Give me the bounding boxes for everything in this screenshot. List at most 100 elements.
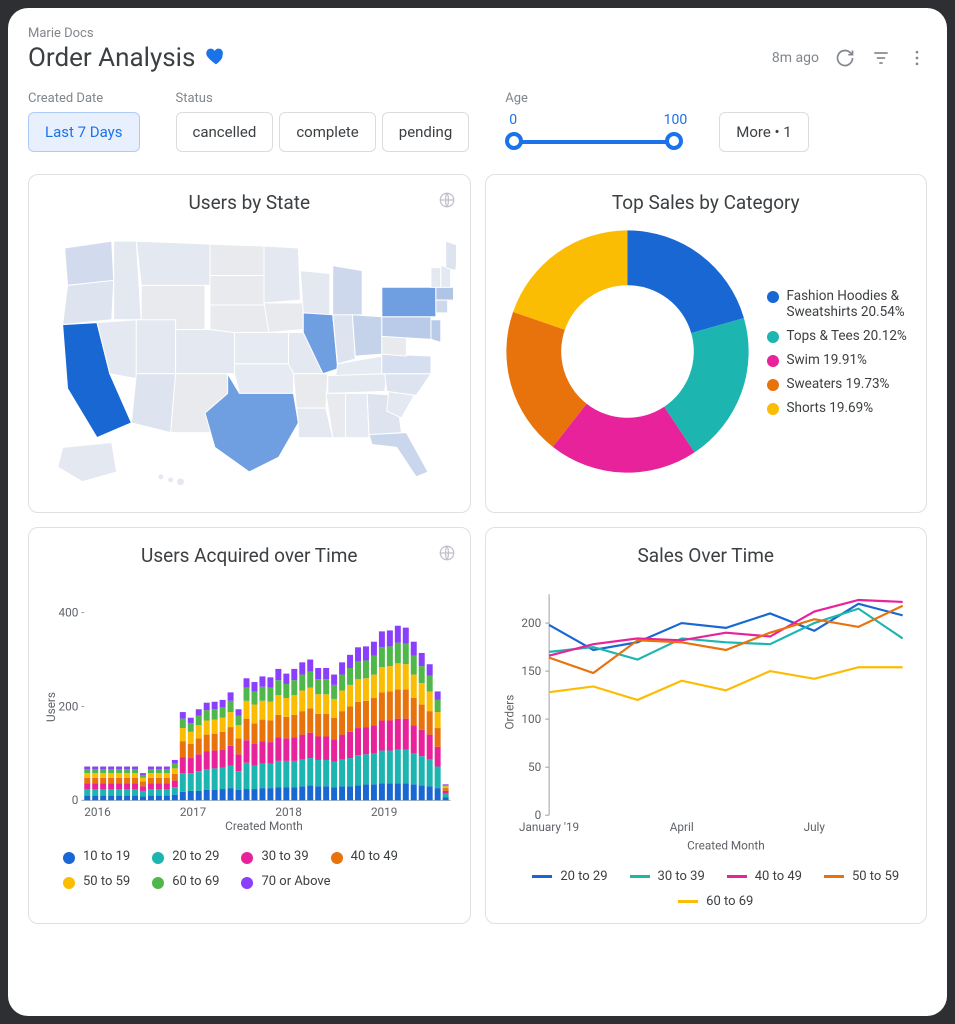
bar-segment[interactable] [228, 712, 234, 727]
bar-segment[interactable] [307, 785, 313, 800]
bar-segment[interactable] [156, 778, 162, 784]
bar-segment[interactable] [283, 738, 289, 761]
bar-segment[interactable] [323, 694, 329, 714]
bar-segment[interactable] [212, 751, 218, 769]
bar-segment[interactable] [244, 740, 250, 763]
bar-segment[interactable] [251, 789, 257, 800]
bar-segment[interactable] [275, 715, 281, 738]
bar-segment[interactable] [355, 679, 361, 702]
bar-segment[interactable] [435, 700, 441, 712]
state-ut[interactable] [136, 320, 175, 374]
bar-segment[interactable] [275, 680, 281, 695]
bar-segment[interactable] [132, 796, 138, 801]
state-ak[interactable] [58, 442, 117, 481]
bar-segment[interactable] [132, 778, 138, 784]
state-wa[interactable] [65, 241, 114, 285]
bar-segment[interactable] [347, 655, 353, 668]
bar-segment[interactable] [347, 758, 353, 786]
bar-segment[interactable] [236, 716, 242, 725]
donut-chart[interactable] [500, 224, 755, 479]
state-ct[interactable] [436, 300, 448, 313]
bar-segment[interactable] [315, 786, 321, 800]
bar-segment[interactable] [411, 656, 417, 675]
bar-segment[interactable] [172, 787, 178, 795]
bar-segment[interactable] [443, 797, 449, 800]
bar-segment[interactable] [419, 785, 425, 800]
bar-segment[interactable] [228, 692, 234, 700]
bar-segment[interactable] [267, 688, 273, 702]
bar-segment[interactable] [363, 784, 369, 800]
bar-segment[interactable] [164, 796, 170, 801]
bar-segment[interactable] [188, 718, 194, 724]
bar-segment[interactable] [411, 642, 417, 656]
bar-segment[interactable] [403, 783, 409, 800]
legend-item[interactable]: 60 to 69 [678, 894, 753, 909]
bar-segment[interactable] [323, 679, 329, 694]
bar-segment[interactable] [323, 714, 329, 737]
bar-segment[interactable] [411, 784, 417, 800]
bar-segment[interactable] [403, 719, 409, 750]
bar-segment[interactable] [172, 795, 178, 801]
breadcrumb[interactable]: Marie Docs [28, 26, 927, 41]
bar-segment[interactable] [244, 719, 250, 741]
bar-segment[interactable] [84, 796, 90, 801]
bar-segment[interactable] [220, 789, 226, 800]
bar-segment[interactable] [403, 664, 409, 689]
legend-item[interactable]: Swim 19.91% [767, 352, 913, 368]
bar-segment[interactable] [84, 767, 90, 770]
state-or[interactable] [63, 280, 114, 324]
bar-segment[interactable] [339, 786, 345, 800]
bar-segment[interactable] [315, 694, 321, 714]
bar-segment[interactable] [148, 778, 154, 784]
bar-segment[interactable] [228, 746, 234, 766]
bar-segment[interactable] [275, 669, 281, 680]
bar-segment[interactable] [156, 769, 162, 773]
bar-segment[interactable] [132, 773, 138, 778]
bar-segment[interactable] [427, 735, 433, 759]
bar-segment[interactable] [164, 783, 170, 789]
bar-segment[interactable] [291, 715, 297, 738]
bar-segment[interactable] [275, 761, 281, 787]
slider-handle-max[interactable] [665, 132, 683, 150]
bar-segment[interactable] [307, 688, 313, 709]
bar-segment[interactable] [212, 709, 218, 719]
bar-segment[interactable] [148, 767, 154, 770]
bar-segment[interactable] [259, 764, 265, 788]
bar-segment[interactable] [363, 701, 369, 727]
bar-segment[interactable] [108, 767, 114, 770]
bar-segment[interactable] [220, 750, 226, 768]
bar-segment[interactable] [92, 796, 98, 801]
bar-segment[interactable] [339, 711, 345, 734]
bar-segment[interactable] [132, 783, 138, 789]
bar-segment[interactable] [196, 725, 202, 738]
bar-segment[interactable] [403, 644, 409, 665]
bar-segment[interactable] [435, 691, 441, 699]
bar-segment[interactable] [331, 762, 337, 787]
state-co[interactable] [176, 330, 235, 374]
bar-segment[interactable] [244, 688, 250, 701]
bar-segment[interactable] [100, 789, 106, 796]
bar-segment[interactable] [355, 661, 361, 679]
bar-segment[interactable] [212, 790, 218, 800]
bar-segment[interactable] [164, 778, 170, 784]
bar-segment[interactable] [291, 737, 297, 760]
bar-segment[interactable] [220, 767, 226, 789]
bar-segment[interactable] [204, 735, 210, 752]
bar-segment[interactable] [379, 667, 385, 692]
legend-item[interactable]: Tops & Tees 20.12% [767, 328, 913, 344]
bar-segment[interactable] [236, 738, 242, 754]
bar-segment[interactable] [307, 733, 313, 758]
bar-segment[interactable] [299, 735, 305, 759]
bar-segment[interactable] [379, 751, 385, 784]
bar-segment[interactable] [140, 791, 146, 797]
bar-segment[interactable] [379, 647, 385, 667]
bar-segment[interactable] [156, 796, 162, 801]
bar-segment[interactable] [387, 751, 393, 784]
bar-segment[interactable] [395, 783, 401, 800]
line-series[interactable] [549, 609, 903, 660]
us-choropleth-map[interactable] [43, 224, 456, 494]
state-tn[interactable] [328, 374, 387, 394]
bar-segment[interactable] [180, 728, 186, 741]
bar-segment[interactable] [156, 773, 162, 778]
bar-segment[interactable] [180, 757, 186, 773]
